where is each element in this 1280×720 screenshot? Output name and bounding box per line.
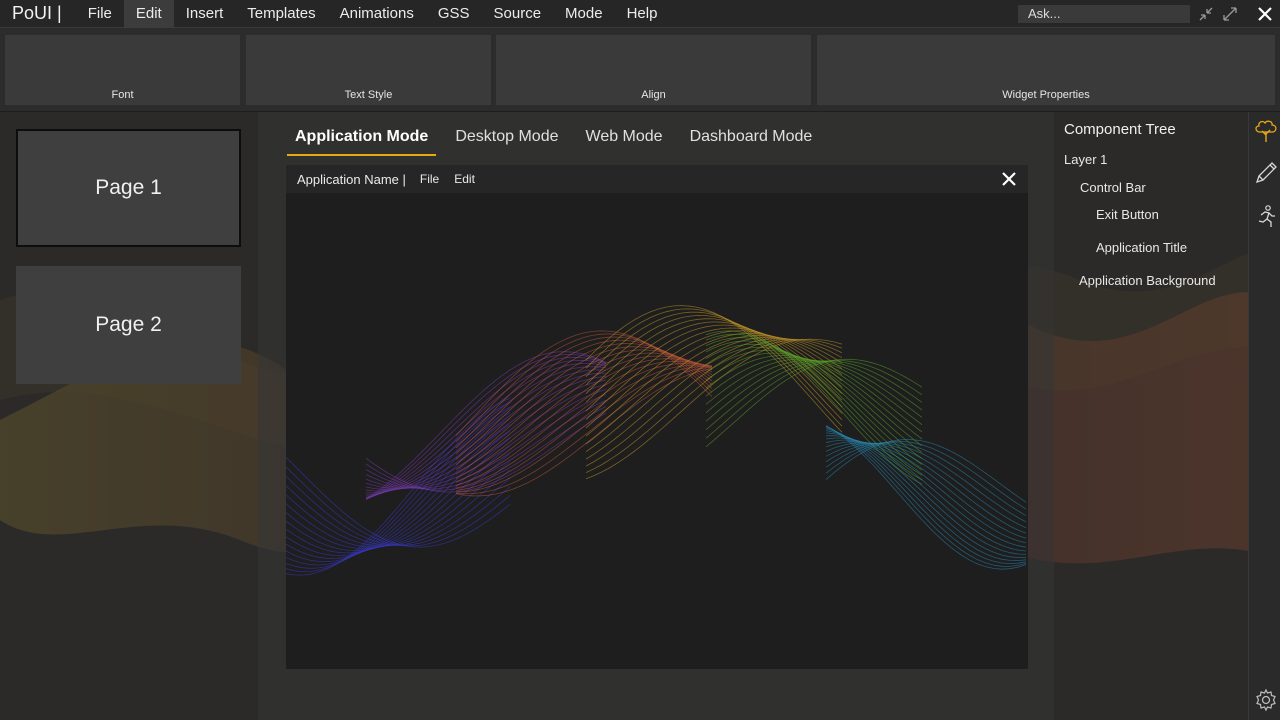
application-background-image [286,305,1027,576]
ribbon-group-text-style[interactable]: Text Style [246,35,491,105]
menu-insert[interactable]: Insert [174,0,236,28]
tree-item-layer-1[interactable]: Layer 1 [1064,152,1107,167]
wave-line [825,442,1027,523]
ribbon-toolbar: Font Text Style Align Widget Properties [0,28,1280,112]
pencil-icon[interactable] [1253,160,1279,186]
ribbon-group-label: Align [641,89,666,101]
side-icon-bar [1248,112,1280,720]
wave-line [705,330,923,485]
preview-menu-file[interactable]: File [420,172,454,186]
wave-line [455,333,713,443]
maximize-arrows-icon[interactable] [1220,4,1240,24]
tab-application-mode[interactable]: Application Mode [287,118,437,156]
wave-line [455,336,713,449]
menu-templates[interactable]: Templates [235,0,327,28]
wave-line [705,360,923,422]
wave-line [825,442,1027,517]
ribbon-group-font[interactable]: Font [5,35,240,105]
component-tree-panel: Component Tree Layer 1 Control Bar Exit … [1054,112,1248,720]
ribbon-group-widget-properties[interactable]: Widget Properties [817,35,1275,105]
tab-desktop-mode[interactable]: Desktop Mode [447,118,566,156]
tree-item-control-bar[interactable]: Control Bar [1080,180,1146,195]
menu-bar: PoUI | File Edit Insert Templates Animat… [0,0,1280,28]
preview-app-name: Application Name | [297,171,406,187]
preview-control-bar: Application Name | File Edit [286,165,1028,193]
menu-gss[interactable]: GSS [426,0,482,28]
tree-item-application-title[interactable]: Application Title [1096,240,1187,255]
menu-source[interactable]: Source [482,0,554,28]
ribbon-group-label: Text Style [344,89,393,101]
wave-line [705,358,923,448]
ribbon-group-align[interactable]: Align [496,35,811,105]
wave-line [825,438,1027,503]
mode-tabs: Application Mode Desktop Mode Web Mode D… [287,118,831,156]
menu-file[interactable]: File [76,0,124,28]
gear-icon[interactable] [1253,687,1279,713]
menu-help[interactable]: Help [615,0,670,28]
minimize-arrows-icon[interactable] [1196,4,1216,24]
ribbon-group-label: Font [111,89,134,101]
tab-dashboard-mode[interactable]: Dashboard Mode [682,118,821,156]
page-thumbnail-1[interactable]: Page 1 [16,129,241,247]
preview-menu-edit[interactable]: Edit [454,172,490,186]
tab-web-mode[interactable]: Web Mode [578,118,671,156]
ask-search-input[interactable]: Ask... [1018,5,1190,23]
close-icon[interactable] [1255,4,1275,24]
wave-line [286,457,511,548]
application-preview[interactable]: Application Name | File Edit [286,165,1028,669]
menu-mode[interactable]: Mode [553,0,615,28]
tree-item-application-background[interactable]: Application Background [1079,273,1216,288]
close-icon[interactable] [1000,170,1018,188]
wave-line [705,333,923,481]
page-thumbnail-2[interactable]: Page 2 [16,266,241,384]
wave-line [286,469,511,547]
wave-line [825,440,1027,510]
running-person-icon[interactable] [1253,204,1279,230]
component-tree-title: Component Tree [1064,121,1176,138]
menu-animations[interactable]: Animations [328,0,426,28]
ribbon-group-label: Widget Properties [1002,89,1090,101]
tree-icon[interactable] [1253,118,1279,144]
menu-edit[interactable]: Edit [123,0,174,28]
wave-line [365,379,607,491]
app-title: PoUI | [12,3,62,23]
tree-item-exit-button[interactable]: Exit Button [1096,207,1159,222]
